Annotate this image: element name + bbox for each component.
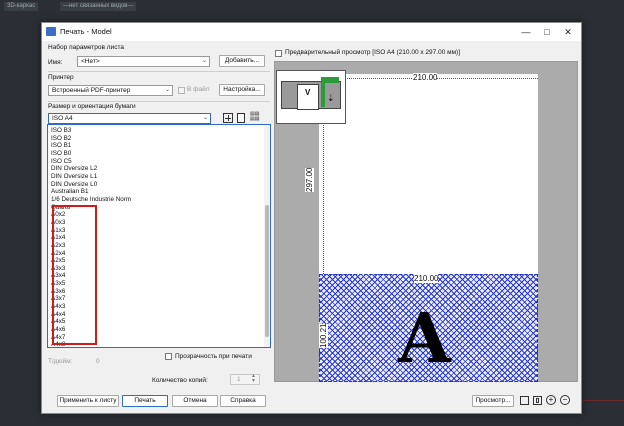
printer-group-label: Принтер (48, 74, 74, 81)
page-setup-name-select[interactable]: <Нет> ⌄ (77, 56, 210, 67)
paper-size-option[interactable]: DIN Oversize L0 (51, 181, 131, 189)
chevron-down-icon: ⌄ (202, 115, 208, 121)
arrow-down-icon: ⇣ (327, 93, 335, 103)
preview-letter: A (398, 299, 451, 379)
page-setup-name-label: Имя: (48, 59, 63, 66)
divider (48, 101, 270, 102)
transparency-checkbox[interactable] (165, 353, 172, 360)
paper-size-select[interactable]: ISO A4 ⌄ (48, 113, 211, 124)
paper-size-value: ISO A4 (52, 115, 73, 122)
copies-stepper-icon[interactable]: ▲ ▼ (251, 374, 256, 384)
page-setup-name-value: <Нет> (81, 58, 100, 65)
title-bar: Печать - Model — □ ✕ (42, 23, 581, 41)
zoom-in-icon[interactable]: + (546, 395, 556, 405)
minimize-icon[interactable]: — (516, 25, 536, 39)
print-to-file-label: В файл (187, 86, 210, 93)
printer-settings-button[interactable]: Настройка... (219, 84, 265, 96)
chevron-down-icon: ⌄ (201, 58, 207, 64)
actual-size-icon[interactable] (533, 396, 542, 405)
preview-button[interactable]: Просмотр... (472, 395, 514, 407)
portrait-orientation-icon[interactable] (237, 113, 245, 123)
print-button[interactable]: Печать (122, 395, 168, 407)
scrollbar-thumb[interactable] (265, 205, 269, 337)
paper-size-option[interactable]: ISO B0 (51, 150, 131, 158)
printer-paper: V (297, 84, 319, 110)
close-icon[interactable]: ✕ (558, 25, 578, 39)
printer-value: Встроенный PDF-принтер (52, 87, 131, 94)
paper-size-option[interactable]: ISO B2 (51, 135, 131, 143)
landscape-orientation-icon[interactable]: ▤▤ ▤▤ (250, 112, 261, 123)
app-icon (46, 27, 56, 36)
preview-checkbox[interactable] (275, 50, 282, 57)
apply-to-layout-button[interactable]: Применить к листу (57, 395, 119, 407)
copies-label: Количество копий: (152, 377, 208, 384)
transparency-label: Прозрачность при печати (175, 353, 252, 360)
paper-size-option[interactable]: DIN Oversize L1 (51, 173, 131, 181)
maximize-icon[interactable]: □ (537, 25, 557, 39)
add-page-setup-button[interactable]: Добавить... (219, 55, 265, 67)
zoom-out-icon[interactable]: − (560, 395, 570, 405)
divider (48, 71, 270, 72)
page-setup-group-label: Набор параметров листа (48, 44, 124, 51)
paper-size-option[interactable]: ISO B3 (51, 127, 131, 135)
inner-width-dimension: 210.00 (414, 274, 439, 283)
printer-select[interactable]: Встроенный PDF-принтер ⌄ (48, 85, 173, 96)
printer-green-side (321, 83, 325, 107)
page-width-dimension: 210.00 (413, 73, 438, 82)
inner-height-dimension: 100.21 (319, 323, 328, 348)
paper-size-option[interactable]: Australian B1 (51, 188, 131, 196)
scale-label: Т/дюйм: (48, 358, 73, 365)
print-to-file-checkbox[interactable] (178, 87, 185, 94)
cancel-button[interactable]: Отмена (172, 395, 218, 407)
copies-input[interactable]: 1 ▲ ▼ (230, 374, 260, 385)
chevron-down-icon: ⌄ (164, 87, 170, 93)
print-dialog: Печать - Model — □ ✕ Набор параметров ли… (41, 22, 582, 414)
copies-value: 1 (237, 376, 241, 383)
paper-size-option[interactable]: ISO C5 (51, 158, 131, 166)
printer-illustration: V ⇣ (276, 70, 346, 124)
list-scrollbar[interactable] (264, 125, 270, 347)
paper-group-label: Размер и ориентация бумаги (48, 103, 136, 110)
preview-checkbox-label: Предварительный просмотр [ISO A4 (210.00… (285, 49, 461, 56)
fit-page-icon[interactable] (520, 396, 529, 405)
page-height-dimension: 297.00 (305, 167, 314, 192)
add-paper-size-icon[interactable] (223, 113, 233, 123)
help-button[interactable]: Справка (220, 395, 266, 407)
highlight-annotation-box (52, 205, 97, 345)
scale-value: 0 (96, 358, 100, 365)
paper-preview: 210.00 297.00 210.00 100.21 A (305, 73, 538, 382)
dialog-title: Печать - Model (60, 27, 112, 36)
viewport-view-tab[interactable]: ---нет связанных видов--- (60, 2, 137, 11)
paper-size-option[interactable]: DIN Oversize L2 (51, 165, 131, 173)
viewport-mode-tab[interactable]: 3D-каркас (4, 2, 39, 11)
printer-paper-letter: V (305, 88, 311, 97)
printable-area-hatch: 210.00 100.21 A (319, 274, 538, 382)
paper-size-option[interactable]: ISO B1 (51, 142, 131, 150)
paper-size-option[interactable]: 1/6 Deutsche Industrie Norm (51, 196, 131, 204)
